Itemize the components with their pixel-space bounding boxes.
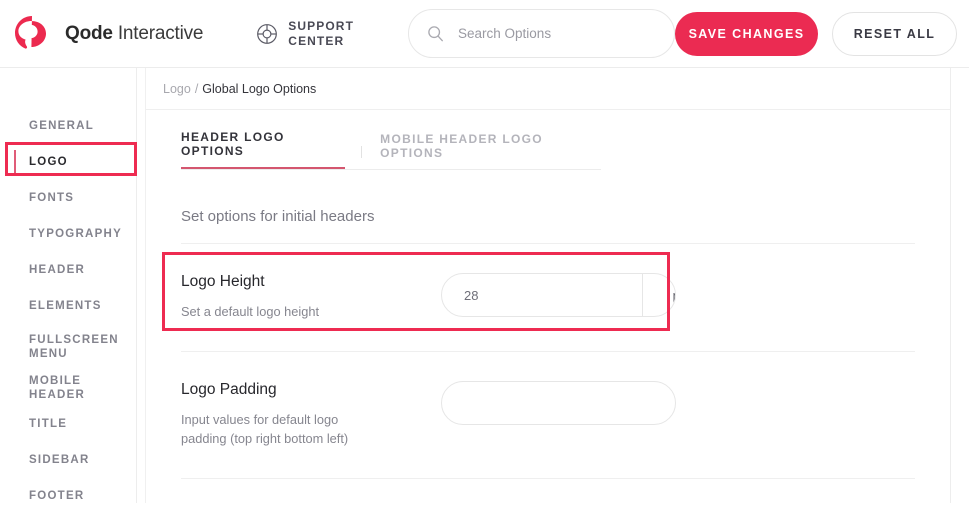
logo-height-input-group[interactable]: px: [441, 273, 676, 317]
top-bar: Qode Interactive SUPPORT CENTER SAVE CHA…: [0, 0, 969, 68]
brand-name-bold: Qode: [65, 22, 113, 44]
brand-name: Qode Interactive: [65, 23, 203, 45]
field-meta: Logo Height Set a default logo height: [181, 273, 426, 321]
sidebar-item-label: ELEMENTS: [29, 300, 102, 312]
lifebuoy-icon: [255, 22, 279, 46]
search-icon: [427, 25, 444, 42]
sidebar-item-fullscreen-menu[interactable]: FULLSCREEN MENU: [0, 324, 136, 370]
save-changes-button[interactable]: SAVE CHANGES: [675, 11, 819, 56]
sidebar-item-title[interactable]: TITLE: [0, 406, 136, 442]
sidebar-item-typography[interactable]: TYPOGRAPHY: [0, 216, 136, 252]
sidebar-item-logo[interactable]: LOGO: [0, 144, 136, 180]
topbar-actions: SAVE CHANGES RESET ALL: [675, 11, 958, 56]
sidebar-item-elements[interactable]: ELEMENTS: [0, 288, 136, 324]
sidebar-item-sidebar[interactable]: SIDEBAR: [0, 442, 136, 478]
sidebar-item-label: LOGO: [29, 156, 68, 168]
search-box[interactable]: [408, 9, 676, 58]
breadcrumb: Logo / Global Logo Options: [146, 68, 950, 110]
logo-height-unit-label: px: [642, 274, 675, 316]
section-title: Set options for initial headers: [181, 208, 915, 244]
breadcrumb-current: Global Logo Options: [202, 81, 317, 96]
search-input[interactable]: [456, 25, 657, 42]
sidebar-active-indicator: [14, 150, 16, 174]
sidebar-item-label: FONTS: [29, 192, 75, 204]
sidebar-item-label: FULLSCREEN MENU: [29, 334, 119, 360]
sidebar-item-general[interactable]: GENERAL: [0, 108, 136, 144]
sidebar-item-label: TITLE: [29, 418, 68, 430]
sidebar-item-label: GENERAL: [29, 120, 94, 132]
sidebar-item-label: TYPOGRAPHY: [29, 228, 123, 240]
field-title: Logo Height: [181, 273, 265, 290]
tab-bar: HEADER LOGO OPTIONS MOBILE HEADER LOGO O…: [181, 130, 601, 170]
qode-logo-icon: [12, 14, 52, 54]
sidebar-item-label: SIDEBAR: [29, 454, 90, 466]
field-control: px: [441, 273, 676, 317]
sidebar-item-footer[interactable]: FOOTER: [0, 478, 136, 514]
sidebar-item-label: FOOTER: [29, 490, 85, 502]
sidebar-item-mobile-header[interactable]: MOBILE HEADER: [0, 370, 136, 406]
brand-logo[interactable]: Qode Interactive: [12, 14, 203, 54]
panel-body: HEADER LOGO OPTIONS MOBILE HEADER LOGO O…: [146, 110, 950, 479]
reset-all-button[interactable]: RESET ALL: [832, 11, 958, 56]
logo-height-input[interactable]: [442, 274, 642, 316]
breadcrumb-parent[interactable]: Logo: [163, 82, 191, 96]
brand-name-light: Interactive: [112, 22, 204, 44]
tab-mobile-header-logo-options[interactable]: MOBILE HEADER LOGO OPTIONS: [380, 132, 601, 169]
breadcrumb-separator: /: [194, 81, 199, 96]
tab-header-logo-options[interactable]: HEADER LOGO OPTIONS: [181, 130, 346, 169]
sidebar-item-fonts[interactable]: FONTS: [0, 180, 136, 216]
field-description: Set a default logo height: [181, 304, 320, 319]
sidebar-nav: GENERAL LOGO FONTS TYPOGRAPHY HEADER ELE…: [0, 68, 137, 503]
content-panel: Logo / Global Logo Options HEADER LOGO O…: [145, 68, 951, 503]
field-control: [441, 381, 676, 425]
support-center-link[interactable]: SUPPORT CENTER: [255, 19, 354, 49]
sidebar-item-label: MOBILE HEADER: [29, 375, 86, 401]
tab-divider: [361, 146, 363, 158]
logo-padding-input[interactable]: [441, 381, 676, 425]
field-description: Input values for default logo padding (t…: [181, 412, 349, 446]
sidebar-item-label: HEADER: [29, 264, 86, 276]
field-title: Logo Padding: [181, 381, 277, 398]
support-center-label: SUPPORT CENTER: [288, 18, 355, 48]
field-logo-padding: Logo Padding Input values for default lo…: [181, 352, 915, 479]
sidebar-item-header[interactable]: HEADER: [0, 252, 136, 288]
field-meta: Logo Padding Input values for default lo…: [181, 381, 426, 448]
field-logo-height: Logo Height Set a default logo height px: [181, 244, 915, 352]
